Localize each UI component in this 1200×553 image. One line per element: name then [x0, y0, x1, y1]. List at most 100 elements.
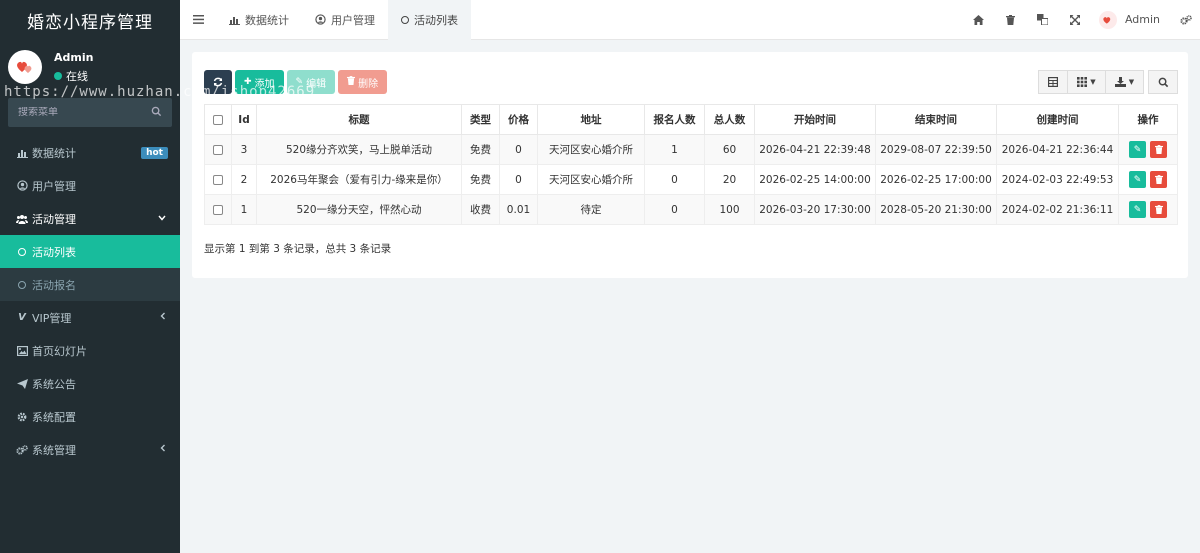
- sidebar-item-system[interactable]: 系统管理: [0, 433, 180, 466]
- paper-plane-icon: [16, 378, 28, 389]
- sidebar-item-label: 系统公告: [32, 377, 76, 391]
- row-checkbox[interactable]: [213, 144, 223, 155]
- app-title[interactable]: 婚恋小程序管理: [0, 0, 180, 40]
- row-delete-button[interactable]: [1150, 201, 1167, 218]
- cell-created: 2026-04-21 22:36:44: [996, 134, 1119, 165]
- user-menu[interactable]: Admin: [1091, 0, 1172, 40]
- cell-signed: 0: [644, 194, 705, 225]
- circle-o-icon: [16, 247, 28, 256]
- fullscreen-icon[interactable]: [1059, 0, 1091, 40]
- cell-end: 2026-02-25 17:00:00: [875, 164, 997, 195]
- cell-start: 2026-03-20 17:30:00: [754, 194, 876, 225]
- gears-icon[interactable]: [1172, 0, 1200, 40]
- edit-button[interactable]: ✎ 编辑: [286, 70, 336, 94]
- cell-id: 1: [231, 194, 257, 225]
- sidebar-item-label: 首页幻灯片: [32, 344, 87, 358]
- sidebar-item-config[interactable]: 系统配置: [0, 400, 180, 433]
- column-header[interactable]: 标题: [256, 104, 462, 135]
- row-edit-button[interactable]: ✎: [1129, 141, 1146, 158]
- tab-label: 活动列表: [414, 13, 458, 27]
- table-row[interactable]: 2 2026马年聚会（爱有引力-缘来是你） 免费 0 天河区安心婚介所 0 20…: [204, 164, 1178, 195]
- circle-o-icon: [16, 280, 28, 289]
- activity-table: Id 标题 类型 价格 地址 报名人数 总人数 开始时间 结束时间 创建时间 操…: [204, 104, 1178, 225]
- row-delete-button[interactable]: [1150, 141, 1167, 158]
- sidebar-item-users[interactable]: 用户管理: [0, 169, 180, 202]
- table-row[interactable]: 1 520一缘分天空，怦然心动 收费 0.01 待定 0 100 2026-03…: [204, 194, 1178, 225]
- card-view-button[interactable]: [1038, 70, 1068, 94]
- row-delete-button[interactable]: [1150, 171, 1167, 188]
- chevron-down-icon: [158, 213, 166, 224]
- sidebar-item-label: 数据统计: [32, 146, 76, 160]
- cell-address: 天河区安心婚介所: [537, 164, 645, 195]
- cell-end: 2029-08-07 22:39:50: [875, 134, 997, 165]
- column-header[interactable]: 创建时间: [996, 104, 1119, 135]
- sidebar-item-activity-signup[interactable]: 活动报名: [0, 268, 180, 301]
- search-button[interactable]: [1148, 70, 1178, 94]
- column-header[interactable]: 类型: [461, 104, 500, 135]
- column-header[interactable]: 价格: [499, 104, 538, 135]
- plus-icon: ✚: [244, 77, 252, 87]
- add-label: 添加: [254, 78, 275, 90]
- row-edit-button[interactable]: ✎: [1129, 201, 1146, 218]
- export-button[interactable]: ▼: [1106, 70, 1144, 94]
- circle-o-icon: [401, 15, 409, 24]
- row-select-cell: [204, 134, 232, 165]
- online-dot-icon: [54, 71, 62, 80]
- column-header[interactable]: 地址: [537, 104, 645, 135]
- sidebar-item-vip[interactable]: V VIP管理: [0, 301, 180, 334]
- hearts-logo-icon: [1103, 16, 1111, 24]
- table-toolbar: ✚ 添加 ✎ 编辑 删除: [204, 70, 390, 94]
- tab-activity-list[interactable]: 活动列表: [388, 0, 471, 40]
- delete-label: 删除: [358, 78, 379, 90]
- sidebar-item-slides[interactable]: 首页幻灯片: [0, 334, 180, 367]
- sidebar-item-activity-list[interactable]: 活动列表: [0, 235, 180, 268]
- table-row[interactable]: 3 520缘分齐欢笑，马上脱单活动 免费 0 天河区安心婚介所 1 60 202…: [204, 134, 1178, 165]
- select-all-cell: [204, 104, 232, 135]
- sidebar-item-stats[interactable]: 数据统计 hot: [0, 136, 180, 169]
- refresh-button[interactable]: [204, 70, 232, 94]
- column-header[interactable]: 报名人数: [644, 104, 705, 135]
- sidebar-item-label: 活动报名: [32, 278, 76, 292]
- tab-stats[interactable]: 数据统计: [216, 0, 302, 40]
- row-select-cell: [204, 164, 232, 195]
- cell-price: 0.01: [499, 194, 538, 225]
- sidebar-item-label: 系统配置: [32, 410, 76, 424]
- column-header[interactable]: 总人数: [704, 104, 755, 135]
- activities-submenu: 活动列表 活动报名: [0, 235, 180, 301]
- search-icon[interactable]: [151, 106, 162, 120]
- menu-toggle-icon[interactable]: [180, 0, 216, 40]
- row-checkbox[interactable]: [213, 174, 223, 185]
- column-header[interactable]: 开始时间: [754, 104, 876, 135]
- table-toolbar-right: ▼ ▼: [1038, 70, 1178, 94]
- top-navbar: 数据统计 用户管理 活动列表 Admin: [180, 0, 1200, 40]
- sidebar-search-input[interactable]: [18, 107, 138, 118]
- column-header[interactable]: Id: [231, 104, 257, 135]
- chevron-left-icon: [160, 444, 166, 455]
- cell-price: 0: [499, 164, 538, 195]
- select-all-checkbox[interactable]: [213, 114, 223, 125]
- user-circle-icon: [16, 180, 28, 191]
- add-button[interactable]: ✚ 添加: [235, 70, 284, 94]
- row-edit-button[interactable]: ✎: [1129, 171, 1146, 188]
- vimeo-icon: V: [18, 312, 26, 323]
- column-header[interactable]: 结束时间: [875, 104, 997, 135]
- sidebar-item-notice[interactable]: 系统公告: [0, 367, 180, 400]
- trash-icon: [347, 76, 356, 88]
- caret-down-icon: ▼: [1128, 78, 1135, 86]
- tab-users[interactable]: 用户管理: [302, 0, 388, 40]
- trash-icon[interactable]: [995, 0, 1027, 40]
- columns-button[interactable]: ▼: [1068, 70, 1106, 94]
- user-name: Admin: [54, 50, 94, 64]
- home-icon[interactable]: [963, 0, 995, 40]
- row-checkbox[interactable]: [213, 204, 223, 215]
- user-panel: Admin 在线: [0, 40, 180, 94]
- delete-button[interactable]: 删除: [338, 70, 388, 94]
- users-icon: [16, 214, 28, 224]
- pagination-summary: 显示第 1 到第 3 条记录，总共 3 条记录: [204, 243, 392, 255]
- cell-total: 20: [704, 164, 755, 195]
- cell-id: 3: [231, 134, 257, 165]
- cell-id: 2: [231, 164, 257, 195]
- translate-icon[interactable]: [1027, 0, 1059, 40]
- sidebar-item-activities[interactable]: 活动管理: [0, 202, 180, 235]
- sidebar-item-label: 系统管理: [32, 443, 76, 457]
